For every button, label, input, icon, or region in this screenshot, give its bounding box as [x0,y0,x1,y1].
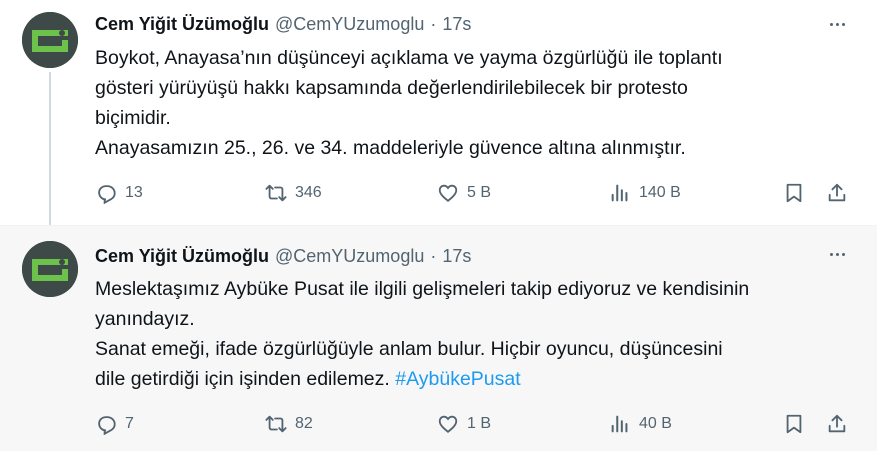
author-name[interactable]: Cem Yiğit Üzümoğlu [95,246,269,267]
views-button[interactable]: 140 B [609,178,681,208]
timestamp[interactable]: 17s [442,14,471,35]
share-icon [828,414,846,433]
avatar[interactable] [22,241,78,297]
separator-dot: · [430,245,437,266]
retweet-icon [265,184,287,202]
tweet-header: Cem Yiğit Üzümoğlu @CemYUzumoglu · 17s [95,12,471,36]
hashtag-link[interactable]: #AybükePusat [395,368,520,390]
retweet-icon [265,415,287,433]
retweet-count: 82 [295,415,313,432]
retweet-button[interactable]: 346 [265,178,322,208]
like-count: 5 B [467,184,492,201]
reply-button[interactable]: 13 [95,178,143,208]
views-count: 40 B [639,415,672,432]
author-handle[interactable]: @CemYUzumoglu [275,14,424,35]
tweet-text: Boykot, Anayasa’nın düşünceyi açıklama v… [95,43,855,163]
avatar[interactable] [22,12,78,68]
views-icon [611,415,628,433]
share-icon [828,183,846,202]
retweet-button[interactable]: 82 [265,409,313,439]
tweet-text-line: biçimidir. [95,107,171,129]
heart-icon [438,184,458,202]
like-button[interactable]: 1 B [437,409,491,439]
tweet-text-line: gösteri yürüyüşü hakkı kapsamında değerl… [95,77,688,99]
views-button[interactable]: 40 B [609,409,672,439]
share-button[interactable] [826,178,848,208]
separator-dot: · [430,13,437,34]
bookmark-icon [786,183,802,203]
like-button[interactable]: 5 B [437,178,491,208]
reply-icon [98,416,116,435]
author-handle[interactable]: @CemYUzumoglu [275,246,424,267]
heart-icon [438,415,458,433]
reply-button[interactable]: 7 [95,409,134,439]
tweet-1[interactable]: Cem Yiğit Üzümoğlu @CemYUzumoglu · 17s B… [0,0,877,232]
bookmark-button[interactable] [783,409,805,439]
thread-line [49,72,51,232]
avatar-logo-icon [22,241,78,297]
author-name[interactable]: Cem Yiğit Üzümoğlu [95,14,269,35]
tweet-actions: 13 346 5 B 140 B [0,178,877,208]
views-count: 140 B [639,184,681,201]
tweet-text-line: Boykot, Anayasa’nın düşünceyi açıklama v… [95,47,723,69]
tweet-header: Cem Yiğit Üzümoğlu @CemYUzumoglu · 17s [95,244,471,268]
views-icon [611,184,628,202]
retweet-count: 346 [295,184,322,201]
avatar-logo-icon [22,12,78,68]
tweet-actions: 7 82 1 B 40 B [0,409,877,439]
bookmark-icon [786,414,802,434]
bookmark-button[interactable] [783,178,805,208]
like-count: 1 B [467,415,492,432]
tweet-text-line: Anayasamızın 25., 26. ve 34. maddeleriyl… [95,137,686,159]
reply-count: 7 [125,415,134,432]
reply-icon [98,185,116,204]
reply-count: 13 [125,184,143,201]
timestamp[interactable]: 17s [442,246,471,267]
share-button[interactable] [826,409,848,439]
more-icon[interactable] [827,244,847,264]
more-icon[interactable] [827,14,847,34]
